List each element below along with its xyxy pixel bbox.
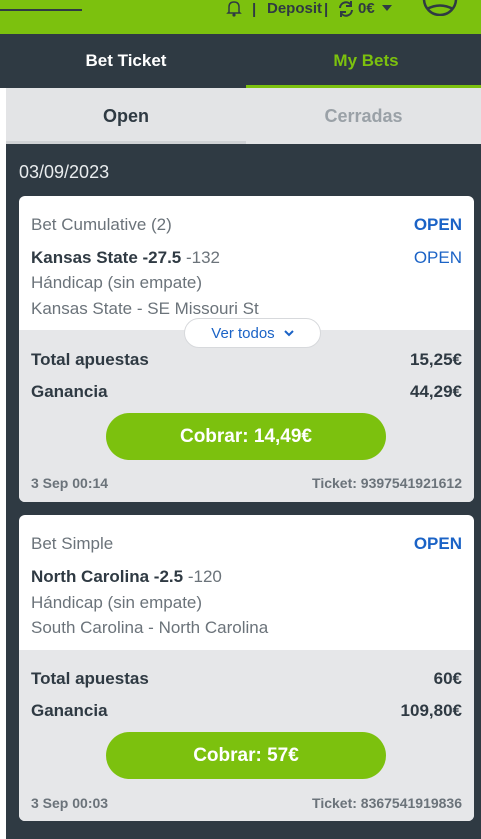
gain-label: Ganancia xyxy=(31,701,108,720)
market: Hándicap (sin empate) xyxy=(31,593,203,612)
ver-todos-button[interactable]: Ver todos xyxy=(184,318,321,348)
separator: | xyxy=(324,1,329,18)
market: Hándicap (sin empate) xyxy=(31,273,203,292)
event: South Carolina - North Carolina xyxy=(31,618,269,637)
chevron-down-icon xyxy=(283,330,294,337)
tab-cerradas-label: Cerradas xyxy=(324,105,403,126)
bet-status-badge: OPEN xyxy=(413,215,462,234)
tab-my-bets-label: My Bets xyxy=(333,51,399,70)
total-label: Total apuestas xyxy=(31,669,149,688)
gain-value: 109,80€ xyxy=(400,701,462,720)
bet-summary: Total apuestas 60€ Ganancia 109,80€ Cobr… xyxy=(19,650,474,821)
tab-open-label: Open xyxy=(102,105,149,126)
tab-my-bets[interactable]: My Bets xyxy=(246,34,481,88)
bet-time: 3 Sep 00:14 xyxy=(31,475,109,491)
selection-odds: -132 xyxy=(185,248,221,267)
selection-odds: -120 xyxy=(187,567,222,586)
gain-value: 44,29€ xyxy=(410,382,462,401)
ticket-number: Ticket: 8367541919836 xyxy=(312,795,462,811)
search-field-underline[interactable] xyxy=(0,9,82,11)
user-icon[interactable] xyxy=(421,0,459,16)
main-tabs: Bet Ticket My Bets xyxy=(0,34,481,88)
total-label: Total apuestas xyxy=(31,350,149,369)
bet-card: Bet Simple OPEN North Carolina -2.5 -120… xyxy=(19,515,474,821)
sub-tabs: Open Cerradas xyxy=(6,88,481,144)
selection-name: North Carolina -2.5 xyxy=(31,567,184,586)
selection: Kansas State -27.5 -132 xyxy=(31,248,220,268)
cashout-button[interactable]: Cobrar: 14,49€ xyxy=(106,413,386,460)
gain-label: Ganancia xyxy=(31,382,108,401)
event: Kansas State - SE Missouri St xyxy=(31,299,259,318)
bet-type: Bet Cumulative (2) xyxy=(31,215,172,234)
bell-icon[interactable] xyxy=(225,0,243,18)
bet-card: Bet Cumulative (2) OPEN Kansas State -27… xyxy=(19,196,474,502)
top-bar: | Deposit | 0€ xyxy=(0,0,481,34)
tab-open[interactable]: Open xyxy=(6,88,246,144)
date-header: 03/09/2023 xyxy=(19,162,110,182)
balance[interactable]: 0€ xyxy=(358,0,375,17)
bet-type: Bet Simple xyxy=(31,534,114,553)
bet-summary: Total apuestas 15,25€ Ganancia 44,29€ Co… xyxy=(19,330,474,502)
selection-status: OPEN xyxy=(413,248,462,267)
refresh-icon[interactable] xyxy=(337,0,355,18)
selection-name: Kansas State -27.5 xyxy=(31,248,182,267)
selection: North Carolina -2.5 -120 xyxy=(31,567,222,587)
caret-down-icon[interactable] xyxy=(382,5,392,11)
bet-time: 3 Sep 00:03 xyxy=(31,795,109,811)
ticket-number: Ticket: 9397541921612 xyxy=(312,475,462,491)
bet-status-badge: OPEN xyxy=(413,534,462,553)
total-value: 60€ xyxy=(433,669,462,688)
tab-bet-ticket[interactable]: Bet Ticket xyxy=(6,34,246,88)
tab-bet-ticket-label: Bet Ticket xyxy=(85,51,167,70)
cashout-button[interactable]: Cobrar: 57€ xyxy=(106,732,386,779)
tab-cerradas[interactable]: Cerradas xyxy=(246,88,481,144)
ver-todos-label: Ver todos xyxy=(211,324,275,342)
deposit-link[interactable]: Deposit xyxy=(267,0,322,17)
total-value: 15,25€ xyxy=(410,350,462,369)
separator: | xyxy=(252,1,257,18)
